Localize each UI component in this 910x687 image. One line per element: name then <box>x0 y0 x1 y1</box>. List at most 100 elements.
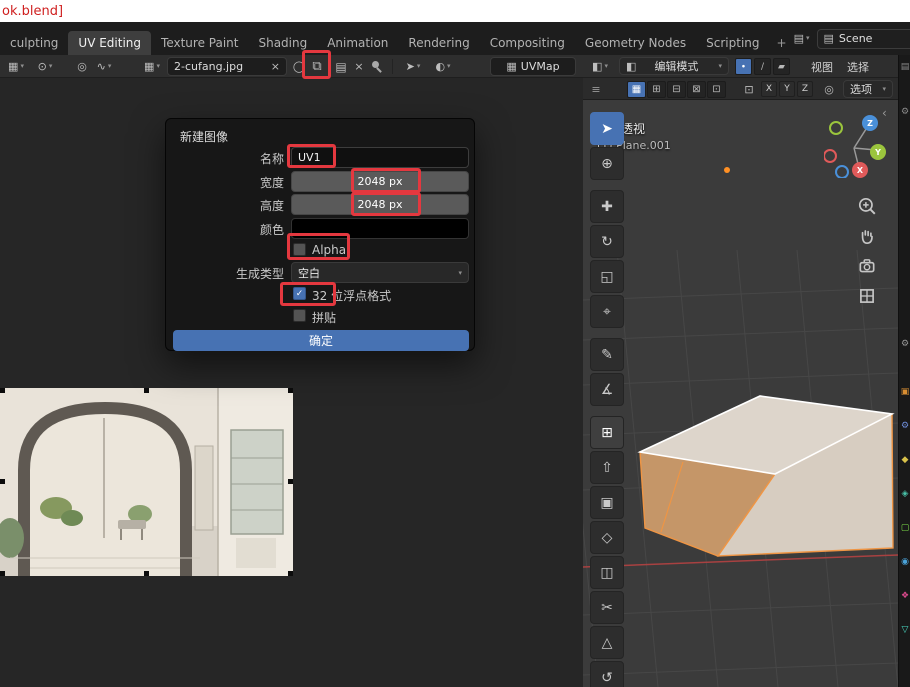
tool-inset-faces[interactable]: ▣ <box>590 486 624 519</box>
props-tab-icon[interactable]: ▤ <box>900 63 910 72</box>
ok-button[interactable]: 确定 <box>173 330 469 351</box>
image-name-field[interactable]: 2-cufang.jpg × <box>167 57 287 76</box>
tab-uv-editing[interactable]: UV Editing <box>68 31 151 55</box>
editor-type-button[interactable]: ◧ ▾ <box>587 57 613 75</box>
select-mode-vertex[interactable]: ∙ <box>735 58 752 75</box>
props-tab-icon[interactable]: ❖ <box>900 592 910 601</box>
tool-bevel[interactable]: ◇ <box>590 521 624 554</box>
tool-scale[interactable]: ◱ <box>590 260 624 293</box>
props-tab-icon[interactable]: ⚙ <box>900 422 910 431</box>
tool-annotate[interactable]: ✎ <box>590 338 624 371</box>
select-mode-face[interactable]: ▰ <box>773 58 790 75</box>
browse-image-button[interactable]: ▦ ▾ <box>140 57 164 76</box>
mirror-y-button[interactable]: Y <box>779 81 795 97</box>
tool-add-cube[interactable]: ⊞ <box>590 416 624 449</box>
tool-knife[interactable]: ✂ <box>590 591 624 624</box>
bevel-icon: ◇ <box>602 530 613 546</box>
open-image-button[interactable]: ▤ <box>332 57 350 76</box>
generated-type-dropdown[interactable]: 空白 ▾ <box>291 262 469 283</box>
width-field[interactable]: 2048 px <box>291 171 469 192</box>
fake-user-icon[interactable]: ◯ <box>292 57 306 76</box>
name-input[interactable]: UV1 <box>291 147 469 168</box>
viewport-canvas[interactable]: 用户透视 (1) Plane.001 ‹ ➤ ⊕ ✚ ↻ ◱ ⌖ ✎ ∡ ⊞ ⇧… <box>583 100 898 687</box>
menu-view[interactable]: 视图 <box>811 59 833 75</box>
scene-3d[interactable] <box>583 100 898 687</box>
pan-hand-icon[interactable] <box>857 226 877 246</box>
snap-icon[interactable]: ⊡ <box>741 80 757 98</box>
tool-rotate[interactable]: ↻ <box>590 225 624 258</box>
tool-extrude-region[interactable]: ⇧ <box>590 451 624 484</box>
tab-geometry-nodes[interactable]: Geometry Nodes <box>575 31 696 55</box>
overlays-button[interactable]: ◐ ▾ <box>430 57 456 76</box>
editor-type-button[interactable]: ▦ ▾ <box>3 57 29 76</box>
image-name: 2-cufang.jpg <box>174 60 243 73</box>
tab-sculpting[interactable]: culpting <box>0 31 68 55</box>
name-label: 名称 <box>166 150 284 167</box>
falloff-button[interactable]: ∿ ▾ <box>92 57 116 76</box>
add-workspace-button[interactable]: + <box>770 31 794 55</box>
tab-texture-paint[interactable]: Texture Paint <box>151 31 248 55</box>
select-op-extend[interactable]: ⊞ <box>647 81 666 98</box>
menu-select[interactable]: 选择 <box>847 59 869 75</box>
float-checkbox[interactable]: ✓ <box>293 287 306 300</box>
pivot-button[interactable]: ⊙ ▾ <box>33 57 57 76</box>
folder-icon: ▤ <box>335 61 346 73</box>
scene-browse-button[interactable]: ▤ ▾ <box>794 33 810 44</box>
tiled-checkbox[interactable] <box>293 309 306 322</box>
unlink-button[interactable]: × <box>352 57 366 76</box>
tool-measure[interactable]: ∡ <box>590 373 624 406</box>
unlink-image-icon[interactable]: × <box>271 61 280 72</box>
gizmos-button[interactable]: ➤ ▾ <box>400 57 426 76</box>
props-tab-icon[interactable]: ▽ <box>900 626 910 635</box>
alpha-checkbox[interactable] <box>293 243 306 256</box>
tab-compositing[interactable]: Compositing <box>480 31 575 55</box>
tool-transform[interactable]: ⌖ <box>590 295 624 328</box>
props-tab-icon[interactable]: ◈ <box>900 490 910 499</box>
tab-animation[interactable]: Animation <box>317 31 398 55</box>
poly-build-icon: △ <box>602 635 613 651</box>
props-tab-icon[interactable]: ◆ <box>900 456 910 465</box>
select-op-set[interactable]: ▦ <box>627 81 646 98</box>
tool-spin[interactable]: ↺ <box>590 661 624 687</box>
tab-scripting[interactable]: Scripting <box>696 31 769 55</box>
mode-label: 编辑模式 <box>654 58 698 74</box>
scene-stack-icon: ▤ <box>794 33 804 44</box>
props-tab-icon[interactable]: ◉ <box>900 558 910 567</box>
select-op-subtract[interactable]: ⊟ <box>667 81 686 98</box>
color-swatch[interactable] <box>291 218 469 239</box>
uv-image-preview[interactable] <box>0 388 293 576</box>
mirror-x-button[interactable]: X <box>761 81 777 97</box>
zoom-icon[interactable] <box>857 196 877 216</box>
camera-view-icon[interactable] <box>857 256 877 276</box>
uvmap-selector[interactable]: ▦ UVMap <box>490 57 576 76</box>
tool-poly-build[interactable]: △ <box>590 626 624 659</box>
navigation-gizmo[interactable]: Z Y X <box>824 106 888 178</box>
tool-select-box[interactable]: ➤ <box>590 112 624 145</box>
tool-loop-cut[interactable]: ◫ <box>590 556 624 589</box>
sphere-icon: ◐ <box>435 61 445 72</box>
orthographic-grid-icon[interactable] <box>857 286 877 306</box>
select-op-intersect[interactable]: ⊡ <box>707 81 726 98</box>
scene-selector[interactable]: ▤ Scene <box>817 29 910 49</box>
height-field[interactable]: 2048 px <box>291 194 469 215</box>
tool-move[interactable]: ✚ <box>590 190 624 223</box>
proportional-editing-button[interactable]: ◎ <box>74 57 90 76</box>
props-tab-icon[interactable]: ⚙ <box>900 340 910 349</box>
props-tab-icon[interactable]: ⚙ <box>900 108 910 117</box>
tab-shading[interactable]: Shading <box>248 31 317 55</box>
scene-name: Scene <box>839 32 873 45</box>
props-tab-icon[interactable]: ▣ <box>900 388 910 397</box>
pin-image-button[interactable] <box>370 57 384 76</box>
props-tab-icon[interactable]: ▢ <box>900 524 910 533</box>
tool-cursor[interactable]: ⊕ <box>590 147 624 180</box>
tab-rendering[interactable]: Rendering <box>398 31 479 55</box>
select-mode-edge[interactable]: ∕ <box>754 58 771 75</box>
transform-icon: ⌖ <box>603 304 611 320</box>
select-op-invert[interactable]: ⊠ <box>687 81 706 98</box>
options-dropdown[interactable]: 选项 ▾ <box>843 80 893 98</box>
proportional-icon[interactable]: ◎ <box>821 80 837 98</box>
mirror-z-button[interactable]: Z <box>797 81 813 97</box>
new-image-button[interactable]: ⧉ <box>307 57 327 76</box>
chevron-down-icon: ▾ <box>108 63 112 70</box>
mode-selector[interactable]: ◧ 编辑模式 ▾ <box>619 57 729 75</box>
